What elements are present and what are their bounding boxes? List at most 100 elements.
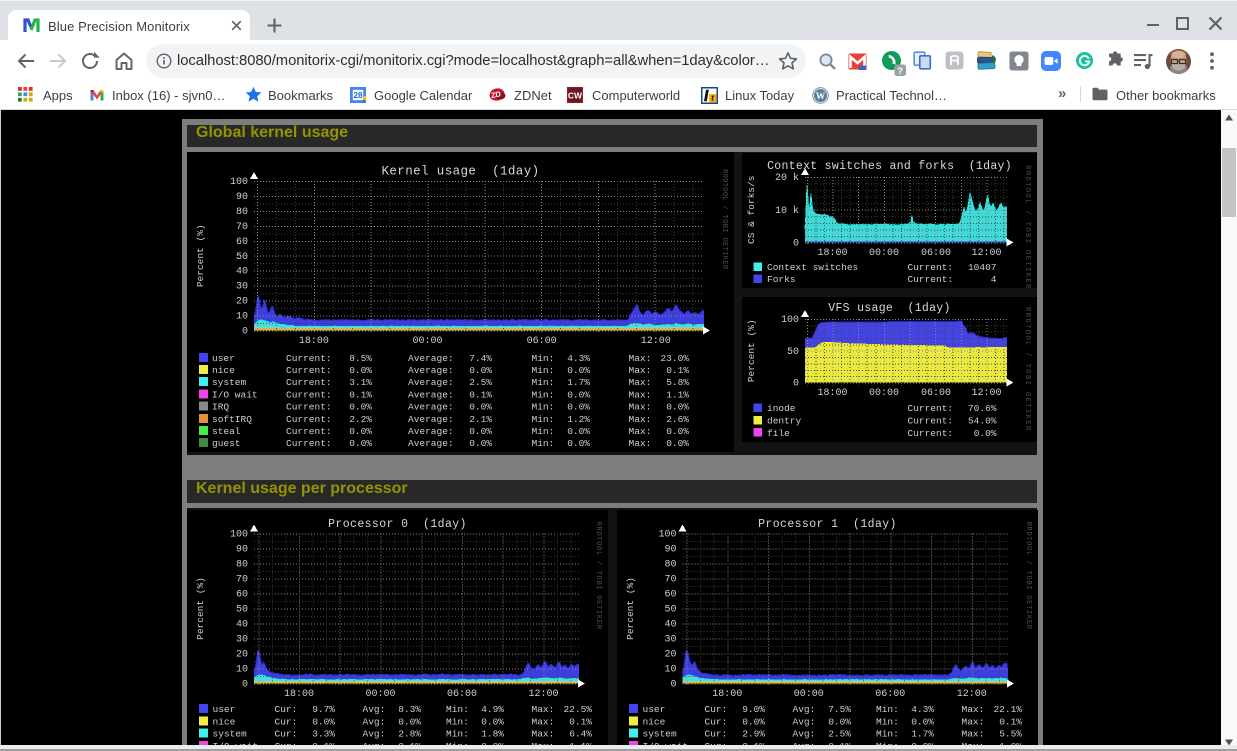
svg-text:Current:: Current: (286, 402, 332, 413)
svg-text:06:00: 06:00 (527, 336, 557, 347)
svg-text:system: system (213, 729, 248, 740)
svg-text:10: 10 (236, 312, 248, 323)
svg-text:Avg:: Avg: (363, 704, 386, 715)
svg-text:file: file (767, 428, 790, 439)
svg-text:Cur:: Cur: (275, 704, 298, 715)
svg-text:user: user (643, 704, 666, 715)
svg-text:2.5%: 2.5% (469, 377, 492, 388)
svg-text:Average:: Average: (408, 402, 454, 413)
svg-text:28: 28 (353, 91, 363, 100)
svg-text:Context switches and forks (1: Context switches and forks (1day) (767, 160, 1012, 173)
svg-text:Cur:: Cur: (275, 729, 298, 740)
svg-text:06:00: 06:00 (921, 388, 951, 399)
svg-text:22.1%: 22.1% (993, 704, 1022, 715)
svg-text:80: 80 (236, 207, 248, 218)
svg-text:Kernel usage (1day): Kernel usage (1day) (381, 165, 539, 179)
svg-text:steal: steal (212, 426, 241, 437)
svg-text:Min:: Min: (446, 729, 469, 740)
svg-text:10407: 10407 (968, 262, 997, 273)
svg-text:0.0%: 0.0% (469, 426, 492, 437)
svg-text:18:00: 18:00 (712, 689, 742, 700)
svg-text:2.5%: 2.5% (828, 729, 851, 740)
svg-text:0.1%: 0.1% (349, 389, 372, 400)
svg-text:softIRQ: softIRQ (212, 414, 252, 425)
svg-text:0.0%: 0.0% (567, 365, 590, 376)
svg-text:54.0%: 54.0% (968, 416, 997, 427)
svg-text:Max:: Max: (629, 414, 652, 425)
svg-text:00:00: 00:00 (869, 388, 899, 399)
svg-text:system: system (643, 729, 678, 740)
svg-text:00:00: 00:00 (794, 689, 824, 700)
svg-text:90: 90 (236, 192, 248, 203)
svg-text:2.2%: 2.2% (349, 414, 372, 425)
svg-text:0.0%: 0.0% (742, 716, 765, 727)
svg-text:nice: nice (212, 365, 235, 376)
svg-text:30: 30 (236, 282, 248, 293)
svg-text:0.0%: 0.0% (312, 716, 335, 727)
svg-text:100: 100 (230, 530, 248, 541)
svg-text:12:00: 12:00 (528, 689, 558, 700)
svg-text:Max:: Max: (629, 377, 652, 388)
svg-text:IRQ: IRQ (212, 402, 229, 413)
svg-text:80: 80 (236, 560, 248, 571)
svg-text:Current:: Current: (908, 428, 954, 439)
svg-text:user: user (213, 704, 236, 715)
svg-text:Avg:: Avg: (363, 729, 386, 740)
svg-text:20: 20 (664, 650, 676, 661)
svg-text:Current:: Current: (908, 416, 954, 427)
svg-text:00:00: 00:00 (412, 336, 442, 347)
svg-text:8.5%: 8.5% (349, 353, 372, 364)
svg-text:30: 30 (664, 635, 676, 646)
svg-text:10: 10 (664, 665, 676, 676)
svg-text:Min:: Min: (532, 353, 555, 364)
svg-text:Avg:: Avg: (793, 729, 816, 740)
svg-text:Cur:: Cur: (705, 704, 728, 715)
svg-text:Average:: Average: (408, 365, 454, 376)
svg-text:0.0%: 0.0% (567, 389, 590, 400)
svg-text:12:00: 12:00 (641, 336, 671, 347)
svg-text:0.0%: 0.0% (349, 426, 372, 437)
svg-text:Current:: Current: (286, 426, 332, 437)
svg-text:50: 50 (664, 605, 676, 616)
svg-text:06:00: 06:00 (921, 248, 951, 259)
svg-text:30: 30 (236, 635, 248, 646)
svg-text:2.6%: 2.6% (666, 414, 689, 425)
svg-text:Percent (%): Percent (%) (746, 319, 757, 382)
svg-text:0.1%: 0.1% (569, 716, 592, 727)
svg-text:10: 10 (236, 665, 248, 676)
svg-text:0.0%: 0.0% (349, 365, 372, 376)
svg-text:0.0%: 0.0% (349, 438, 372, 449)
svg-text:CW: CW (568, 91, 583, 101)
svg-text:9.7%: 9.7% (312, 704, 335, 715)
svg-text:70: 70 (236, 575, 248, 586)
svg-text:3.1%: 3.1% (349, 377, 372, 388)
svg-text:50: 50 (787, 347, 799, 358)
svg-text:4.3%: 4.3% (911, 704, 934, 715)
svg-text:100: 100 (781, 315, 799, 326)
svg-text:00:00: 00:00 (365, 689, 395, 700)
svg-text:50: 50 (236, 252, 248, 263)
svg-text:60: 60 (236, 590, 248, 601)
svg-text:0.0%: 0.0% (666, 438, 689, 449)
svg-text:0.0%: 0.0% (666, 402, 689, 413)
svg-text:2.1%: 2.1% (469, 414, 492, 425)
svg-text:Average:: Average: (408, 426, 454, 437)
svg-text:Avg:: Avg: (793, 704, 816, 715)
svg-text:70: 70 (236, 222, 248, 233)
svg-text:0: 0 (793, 238, 799, 249)
svg-text:4.9%: 4.9% (481, 704, 504, 715)
svg-text:Min:: Min: (876, 716, 899, 727)
svg-text:Max:: Max: (629, 353, 652, 364)
svg-text:Min:: Min: (532, 414, 555, 425)
svg-text:0: 0 (793, 379, 799, 390)
svg-text:guest: guest (212, 438, 241, 449)
svg-text:0.0%: 0.0% (567, 426, 590, 437)
svg-text:100: 100 (658, 530, 676, 541)
svg-text:Min:: Min: (532, 426, 555, 437)
svg-text:Average:: Average: (408, 377, 454, 388)
svg-text:0: 0 (670, 680, 676, 691)
svg-text:Max:: Max: (532, 716, 555, 727)
svg-text:Max:: Max: (962, 704, 985, 715)
svg-text:Processor 0 (1day): Processor 0 (1day) (328, 518, 467, 531)
svg-text:0: 0 (242, 680, 248, 691)
